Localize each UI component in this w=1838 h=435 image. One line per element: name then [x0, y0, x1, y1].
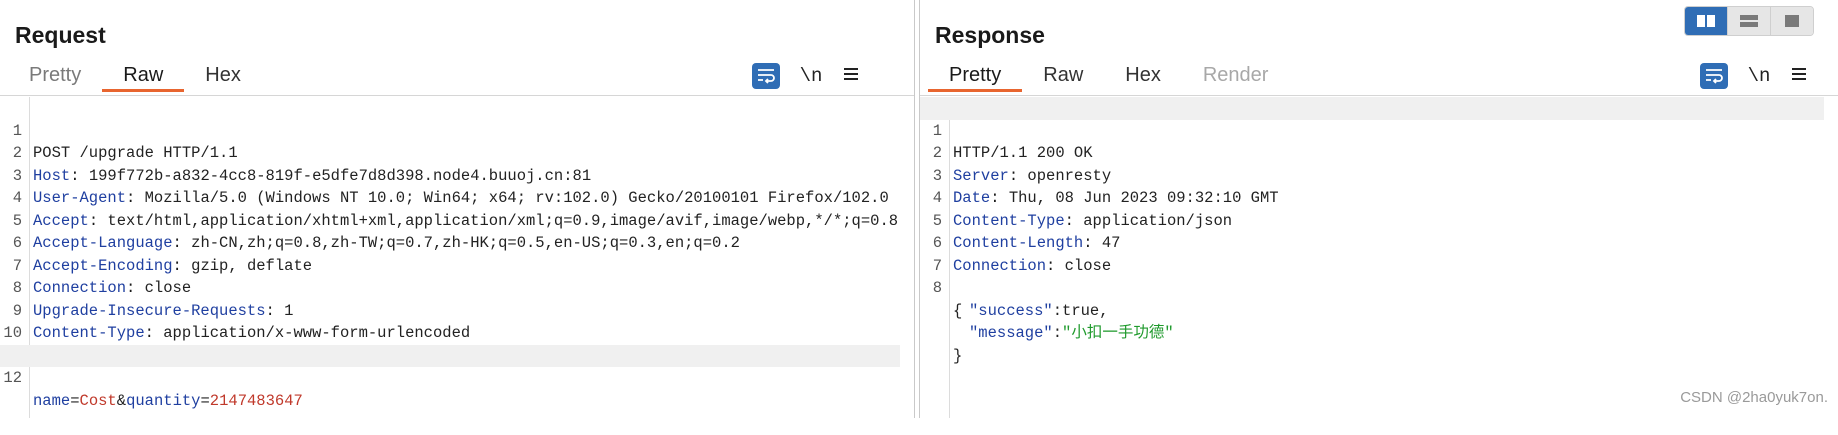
response-show-newlines-button[interactable]: \n — [1746, 65, 1772, 87]
request-line-6: 6 Accept-Encoding: gzip, deflate — [12, 234, 313, 275]
response-tab-divider — [920, 95, 1838, 96]
response-wrap-lines-icon[interactable] — [1700, 63, 1728, 89]
request-tab-divider — [0, 95, 914, 96]
request-line-3: 3 User-Agent: Mozilla/5.0 (Windows NT 10… — [12, 166, 889, 208]
request-toolbar: \n — [752, 60, 860, 92]
body-param-name: name — [33, 391, 71, 410]
request-show-newlines-button[interactable]: \n — [798, 65, 824, 87]
response-json-close-line: } — [953, 346, 963, 365]
response-line-4: 4 Content-Type: application/json — [932, 189, 1233, 230]
request-editor[interactable]: 1 POST /upgrade HTTP/1.1 2 Host: 199f772… — [0, 97, 900, 418]
response-line-7: 7 — [932, 256, 942, 275]
request-line-2: 2 Host: 199f772b-a832-4cc8-819f-e5dfe7d8… — [12, 144, 592, 185]
response-line-6: 6 Connection: close — [932, 234, 1112, 275]
body-param-quantity-value: 2147483647 — [209, 391, 303, 410]
request-line-11: 11 — [0, 322, 900, 365]
layout-single-icon[interactable] — [1770, 7, 1813, 35]
response-tab-pretty[interactable]: Pretty — [928, 60, 1023, 92]
request-tab-pretty[interactable]: Pretty — [8, 60, 102, 92]
layout-toggle — [1684, 6, 1814, 36]
response-tab-hex[interactable]: Hex — [1104, 60, 1182, 92]
layout-stacked-icon[interactable] — [1727, 7, 1770, 35]
watermark: CSDN @2ha0yuk7on. — [1680, 389, 1828, 406]
response-title: Response — [935, 22, 1045, 48]
response-menu-icon[interactable] — [1790, 66, 1808, 87]
body-param-quantity: quantity — [126, 391, 201, 410]
request-line-1: 1 POST /upgrade HTTP/1.1 — [12, 121, 238, 163]
response-toolbar: \n — [1700, 60, 1808, 92]
request-menu-icon[interactable] — [842, 66, 860, 87]
layout-side-by-side-icon[interactable] — [1685, 7, 1727, 35]
response-line-5: 5 Content-Length: 47 — [932, 211, 1121, 253]
request-line-10: 10 Content-Length: 29 — [3, 324, 200, 365]
request-tab-hex[interactable]: Hex — [184, 60, 262, 92]
request-line-5: 5 Accept-Language: zh-CN,zh;q=0.8,zh-TW;… — [12, 211, 740, 253]
request-tabs: Pretty Raw Hex — [8, 60, 262, 96]
request-line-4: 4 Accept: text/html,application/xhtml+xm… — [12, 189, 899, 230]
response-line-3: 3 Date: Thu, 08 Jun 2023 09:32:10 GMT — [932, 166, 1279, 208]
response-line-1: 1 HTTP/1.1 200 OK — [920, 97, 1824, 162]
response-line-2: 2 Server: openresty — [932, 144, 1112, 185]
response-tab-render[interactable]: Render — [1182, 60, 1290, 92]
response-json-success-line: "success":true, — [969, 301, 1109, 320]
request-tab-raw[interactable]: Raw — [102, 60, 185, 92]
body-param-name-value: Cost — [79, 391, 117, 410]
response-tab-raw[interactable]: Raw — [1022, 60, 1104, 92]
response-pane: Response Pretty Raw Hex Render \n 1 HTTP… — [920, 0, 1838, 418]
request-line-7: 7 Connection: close — [12, 256, 192, 298]
request-title: Request — [15, 22, 106, 48]
response-editor[interactable]: 1 HTTP/1.1 200 OK 2 Server: openresty 3 … — [920, 97, 1824, 418]
request-line-12-body: 12 name=Cost&quantity=2147483647 — [0, 344, 900, 410]
request-line-8: 8 Upgrade-Insecure-Requests: 1 — [12, 279, 294, 320]
response-line-8: 8 { — [932, 279, 963, 320]
request-wrap-lines-icon[interactable] — [752, 63, 780, 89]
response-tabs: Pretty Raw Hex Render — [928, 60, 1289, 96]
request-line-9: 9 Content-Type: application/x-www-form-u… — [12, 301, 471, 343]
request-pane: Request Pretty Raw Hex \n 1 POST /upgrad… — [0, 0, 914, 418]
response-json-message-line: "message":"小扣一手功德" — [969, 324, 1174, 342]
